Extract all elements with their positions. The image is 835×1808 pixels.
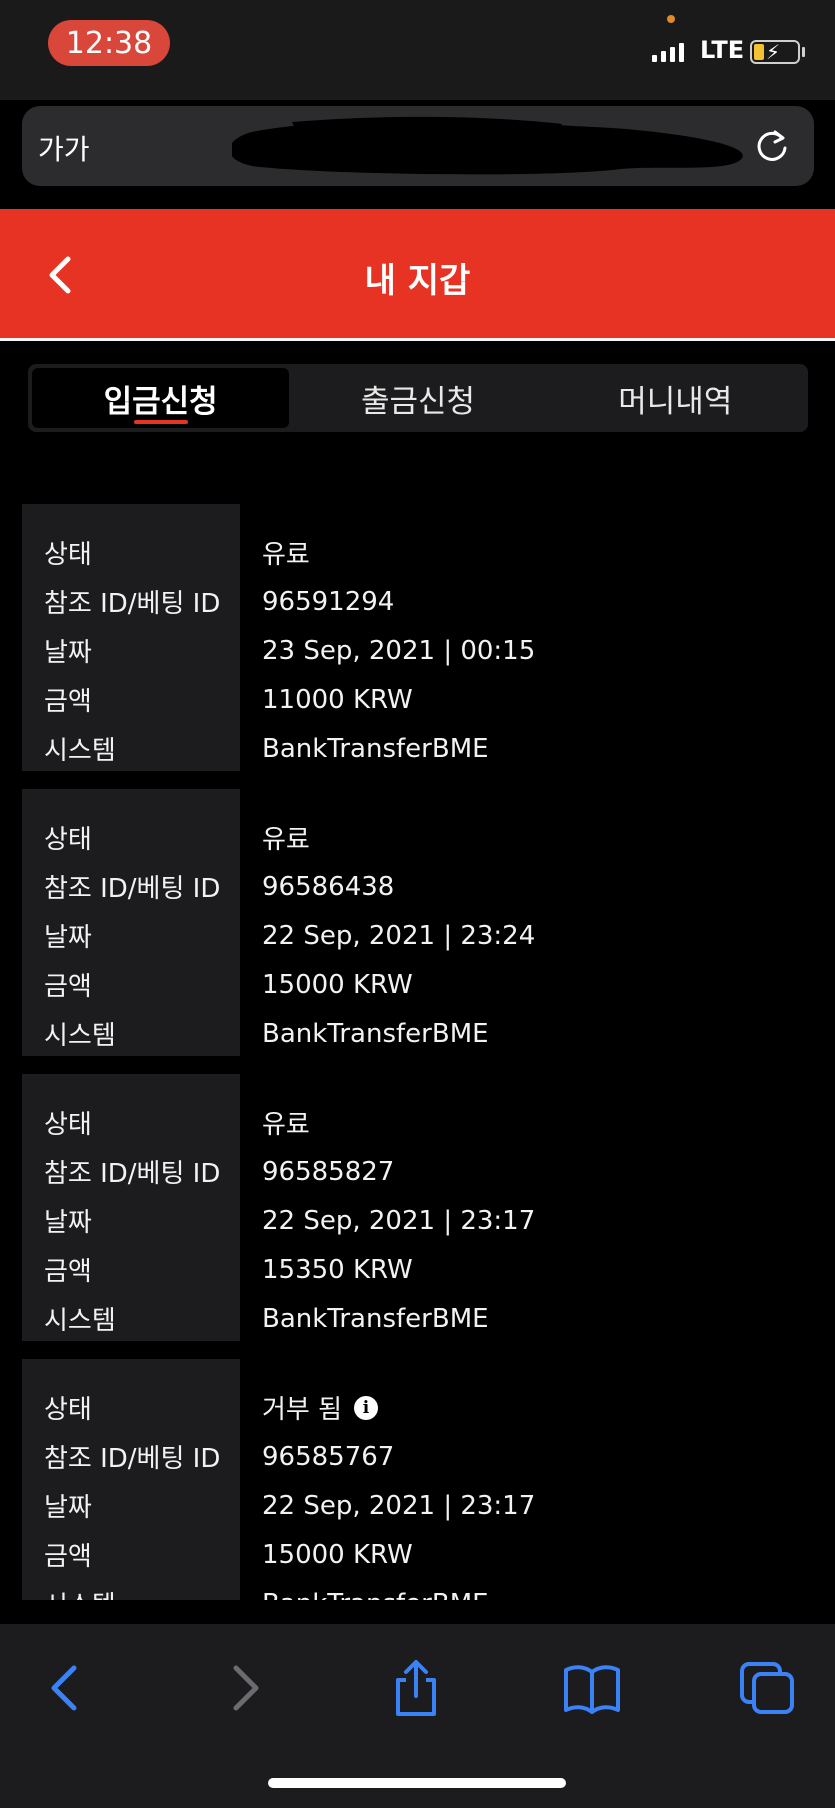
status-value: 거부 됨 [262,1395,343,1425]
ref-id-value: 96585767 [262,1441,395,1472]
system-value: BankTransferBME [262,1579,812,1601]
amount-value: 15350 KRW [262,1254,413,1285]
system-label: 시스템 [44,1306,116,1336]
ref-id-label: 참조 ID/베팅 ID [44,1159,221,1189]
active-tab-indicator [133,420,188,424]
status-label: 상태 [44,540,92,570]
wallet-tabs: 입금신청 출금신청 머니내역 [28,364,808,432]
date-value: 22 Sep, 2021 | 23:24 [262,920,536,951]
status-label: 상태 [44,1110,92,1140]
amount-value: 15000 KRW [262,1539,413,1570]
field-values: 유료 96585827 22 Sep, 2021 | 23:17 15350 K… [240,1074,812,1341]
clock: 12:38 [48,20,170,66]
status-label: 상태 [44,1395,92,1425]
amount-value: 15000 KRW [262,969,413,1000]
transaction-card: 상태 참조 ID/베팅 ID 날짜 금액 시스템 유료 96591294 23 … [22,504,812,771]
date-label: 날짜 [44,1208,92,1238]
signal-icon [652,42,684,62]
ref-id-value: 96586438 [262,871,395,902]
ref-id-value: 96585827 [262,1156,395,1187]
status-bar: 12:38 LTE ⚡ [0,0,835,100]
transaction-card: 상태 참조 ID/베팅 ID 날짜 금액 시스템 유료 96585827 22 … [22,1074,812,1341]
date-label: 날짜 [44,1493,92,1523]
field-labels: 상태 참조 ID/베팅 ID 날짜 금액 시스템 [22,1359,240,1600]
amount-label: 금액 [44,972,92,1002]
system-label: 시스템 [44,1021,116,1051]
field-labels: 상태 참조 ID/베팅 ID 날짜 금액 시스템 [22,504,240,771]
back-arrow-icon[interactable] [36,1658,96,1718]
page-header: 내 지갑 [0,209,835,341]
system-value: BankTransferBME [262,733,489,764]
date-label: 날짜 [44,638,92,668]
info-icon[interactable]: i [354,1395,379,1420]
ref-id-label: 참조 ID/베팅 ID [44,1444,221,1474]
transaction-card: 상태 참조 ID/베팅 ID 날짜 금액 시스템 거부 됨 i 96585767… [22,1359,812,1600]
field-values: 거부 됨 i 96585767 22 Sep, 2021 | 23:17 150… [240,1359,812,1600]
privacy-indicator [667,15,675,23]
field-labels: 상태 참조 ID/베팅 ID 날짜 금액 시스템 [22,1074,240,1341]
amount-label: 금액 [44,687,92,717]
battery-icon: ⚡ [750,40,800,64]
reload-icon[interactable] [752,126,792,166]
status-label: 상태 [44,825,92,855]
status-value: 유료 [262,825,310,855]
tab-money-history[interactable]: 머니내역 [547,368,804,428]
tab-label: 입금신청 [103,383,218,420]
date-value: 22 Sep, 2021 | 23:17 [262,1490,536,1521]
amount-label: 금액 [44,1257,92,1287]
address-bar[interactable]: 가가 [22,106,814,186]
tab-withdraw-request[interactable]: 출금신청 [289,368,546,428]
tab-deposit-request[interactable]: 입금신청 [32,368,290,428]
ref-id-value: 96591294 [262,586,395,617]
tabs-icon[interactable] [738,1658,798,1718]
battery-cap [802,47,805,57]
date-value: 23 Sep, 2021 | 00:15 [262,635,536,666]
transaction-list[interactable]: 상태 참조 ID/베팅 ID 날짜 금액 시스템 유료 96591294 23 … [22,504,812,1600]
forward-arrow-icon[interactable] [214,1658,274,1718]
system-value: BankTransferBME [262,1018,489,1049]
system-value: BankTransferBME [262,1303,489,1334]
tab-label: 머니내역 [618,383,733,420]
amount-label: 금액 [44,1542,92,1572]
field-labels: 상태 참조 ID/베팅 ID 날짜 금액 시스템 [22,789,240,1056]
status-value-row: 거부 됨 i [262,1383,812,1432]
home-indicator [268,1778,566,1788]
date-value: 22 Sep, 2021 | 23:17 [262,1205,536,1236]
network-label: LTE [700,36,745,64]
ref-id-label: 참조 ID/베팅 ID [44,589,221,619]
share-icon[interactable] [386,1658,446,1718]
field-values: 유료 96586438 22 Sep, 2021 | 23:24 15000 K… [240,789,812,1056]
system-label: 시스템 [44,736,116,766]
field-values: 유료 96591294 23 Sep, 2021 | 00:15 11000 K… [240,504,812,771]
status-value: 유료 [262,1110,310,1140]
page-title: 내 지갑 [364,261,471,301]
status-value: 유료 [262,540,310,570]
redacted-url [232,116,743,175]
date-label: 날짜 [44,923,92,953]
ref-id-label: 참조 ID/베팅 ID [44,874,221,904]
bookmarks-icon[interactable] [562,1658,622,1718]
text-size-button[interactable]: 가가 [38,128,90,168]
tab-label: 출금신청 [360,383,476,420]
amount-value: 11000 KRW [262,684,413,715]
system-label: 시스템 [44,1579,240,1600]
transaction-card: 상태 참조 ID/베팅 ID 날짜 금액 시스템 유료 96586438 22 … [22,789,812,1056]
